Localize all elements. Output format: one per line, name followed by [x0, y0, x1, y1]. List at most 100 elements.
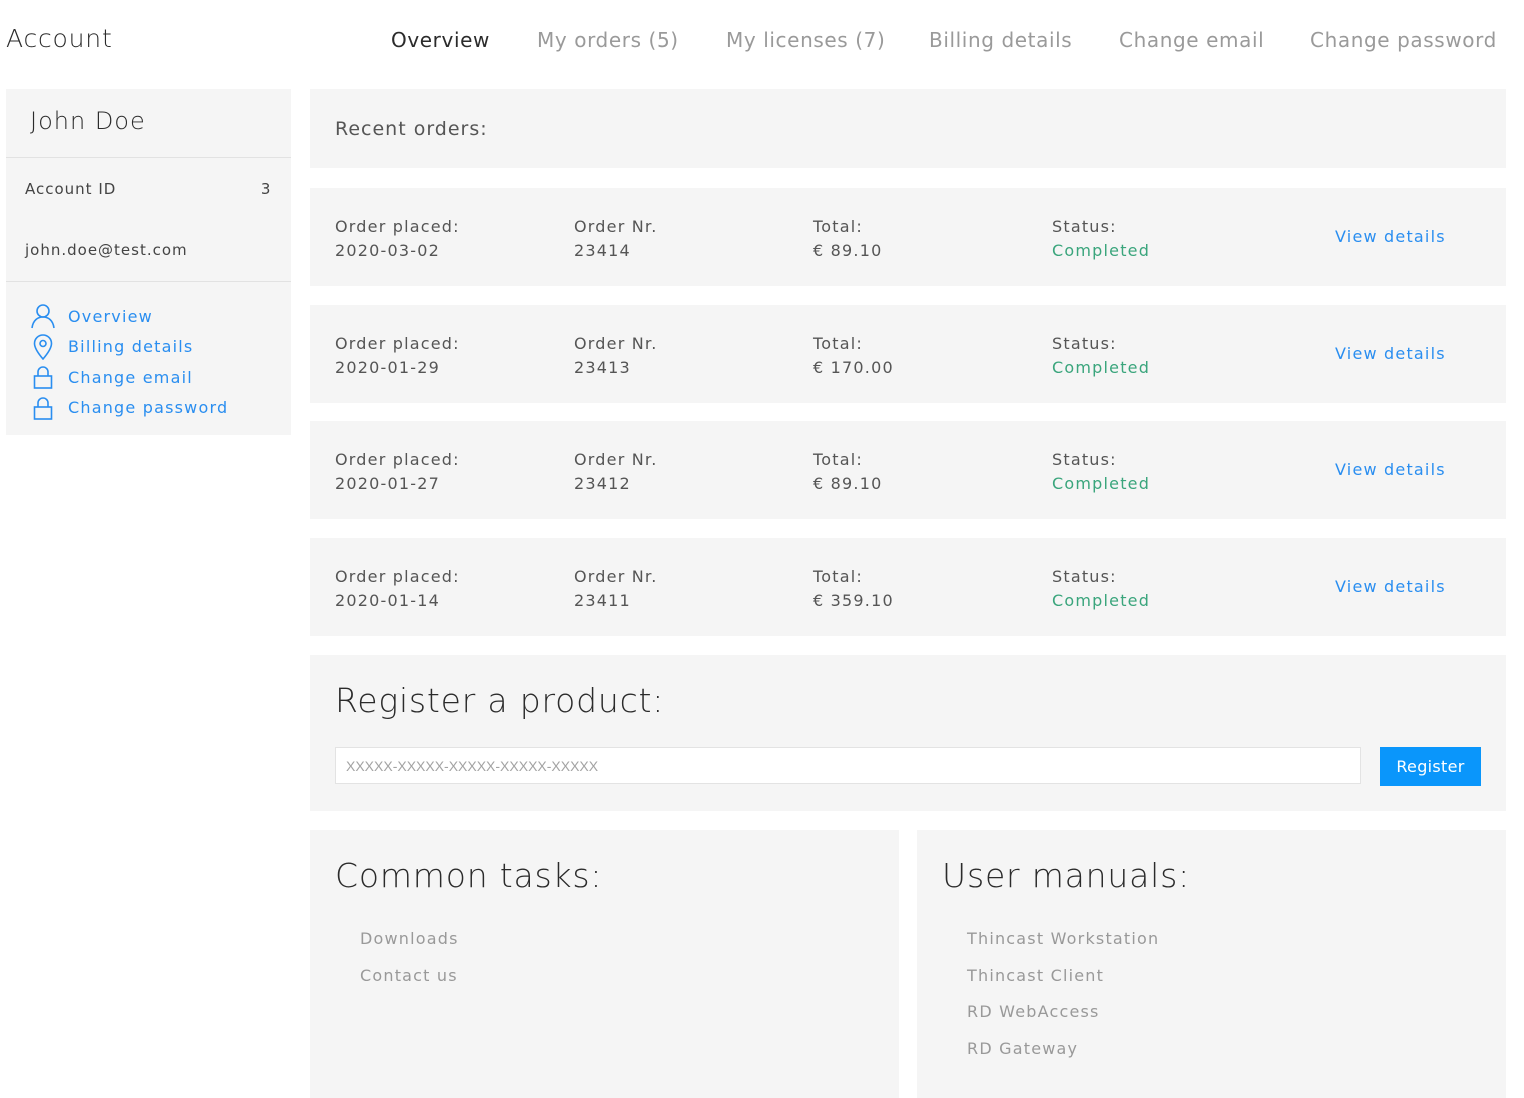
order-total-label: Total:	[813, 450, 863, 469]
recent-orders-title: Recent orders:	[335, 118, 488, 140]
tab-change-email[interactable]: Change email	[1119, 28, 1264, 52]
manual-link-gateway[interactable]: RD Gateway	[967, 1039, 1159, 1076]
user-email: john.doe@test.com	[25, 241, 188, 259]
order-number-label: Order Nr.	[574, 217, 658, 236]
order-number: Order Nr. 23413	[574, 332, 658, 380]
order-status: Status: Completed	[1052, 332, 1150, 380]
sidebar-item-billing-details[interactable]: Billing details	[30, 332, 228, 363]
order-number-label: Order Nr.	[574, 334, 658, 353]
sidebar-nav: Overview Billing details Change email Ch…	[30, 301, 228, 423]
tab-my-orders[interactable]: My orders (5)	[537, 28, 679, 52]
view-details-link[interactable]: View details	[1335, 227, 1446, 246]
order-status-label: Status:	[1052, 217, 1117, 236]
order-number-value: 23413	[574, 358, 631, 377]
user-manuals-title: User manuals:	[942, 856, 1191, 895]
product-key-input[interactable]	[335, 747, 1361, 784]
order-row: Order placed: 2020-03-02 Order Nr. 23414…	[310, 188, 1506, 286]
order-status: Status: Completed	[1052, 565, 1150, 613]
order-total: Total: € 89.10	[813, 448, 882, 496]
account-sidebar: John Doe Account ID 3 john.doe@test.com …	[6, 89, 291, 435]
order-number: Order Nr. 23412	[574, 448, 658, 496]
sidebar-item-change-password[interactable]: Change password	[30, 393, 228, 424]
order-placed-value: 2020-01-27	[335, 474, 440, 493]
lock-icon	[30, 364, 56, 390]
order-total-value: € 359.10	[813, 591, 894, 610]
status-badge: Completed	[1052, 591, 1151, 610]
manual-link-client[interactable]: Thincast Client	[967, 966, 1159, 1003]
order-placed-label: Order placed:	[335, 217, 460, 236]
user-name: John Doe	[30, 107, 146, 135]
order-placed-value: 2020-01-29	[335, 358, 440, 377]
divider	[6, 281, 291, 282]
sidebar-item-label: Overview	[68, 306, 153, 326]
divider	[6, 157, 291, 158]
order-placed-value: 2020-03-02	[335, 241, 440, 260]
order-status-label: Status:	[1052, 567, 1117, 586]
status-badge: Completed	[1052, 241, 1151, 260]
order-total-value: € 170.00	[813, 358, 894, 377]
order-placed: Order placed: 2020-01-14	[335, 565, 460, 613]
order-row: Order placed: 2020-01-29 Order Nr. 23413…	[310, 305, 1506, 403]
manual-link-workstation[interactable]: Thincast Workstation	[967, 929, 1159, 966]
sidebar-item-label: Change password	[68, 398, 229, 418]
register-button[interactable]: Register	[1380, 747, 1481, 786]
order-number-label: Order Nr.	[574, 450, 658, 469]
common-tasks-title: Common tasks:	[335, 856, 603, 895]
sidebar-item-change-email[interactable]: Change email	[30, 362, 228, 393]
manual-link-webaccess[interactable]: RD WebAccess	[967, 1002, 1159, 1039]
location-pin-icon	[30, 334, 56, 360]
order-total: Total: € 359.10	[813, 565, 894, 613]
order-placed-value: 2020-01-14	[335, 591, 440, 610]
order-total-label: Total:	[813, 334, 863, 353]
account-id-label: Account ID	[25, 180, 117, 198]
order-total: Total: € 170.00	[813, 332, 894, 380]
order-total-label: Total:	[813, 217, 863, 236]
sidebar-item-label: Billing details	[68, 337, 194, 357]
sidebar-item-overview[interactable]: Overview	[30, 301, 228, 332]
task-link-contact-us[interactable]: Contact us	[360, 966, 459, 1003]
user-manuals-panel: User manuals: Thincast Workstation Thinc…	[917, 830, 1506, 1098]
common-tasks-list: Downloads Contact us	[360, 929, 459, 1002]
order-placed: Order placed: 2020-03-02	[335, 215, 460, 263]
tab-billing-details[interactable]: Billing details	[929, 28, 1072, 52]
order-total-label: Total:	[813, 567, 863, 586]
order-number-value: 23414	[574, 241, 631, 260]
user-manuals-list: Thincast Workstation Thincast Client RD …	[967, 929, 1159, 1076]
order-total-value: € 89.10	[813, 474, 883, 493]
tab-my-licenses[interactable]: My licenses (7)	[726, 28, 885, 52]
user-icon	[30, 303, 56, 329]
tab-overview[interactable]: Overview	[391, 28, 490, 52]
order-row: Order placed: 2020-01-14 Order Nr. 23411…	[310, 538, 1506, 636]
lock-icon	[30, 395, 56, 421]
order-status-label: Status:	[1052, 334, 1117, 353]
view-details-link[interactable]: View details	[1335, 344, 1446, 363]
order-row: Order placed: 2020-01-27 Order Nr. 23412…	[310, 421, 1506, 519]
order-number: Order Nr. 23411	[574, 565, 658, 613]
order-placed-label: Order placed:	[335, 567, 460, 586]
status-badge: Completed	[1052, 474, 1151, 493]
order-placed-label: Order placed:	[335, 334, 460, 353]
order-number: Order Nr. 23414	[574, 215, 658, 263]
sidebar-item-label: Change email	[68, 367, 193, 387]
top-nav: Overview My orders (5) My licenses (7) B…	[0, 28, 1524, 58]
order-total: Total: € 89.10	[813, 215, 882, 263]
order-status: Status: Completed	[1052, 215, 1150, 263]
view-details-link[interactable]: View details	[1335, 577, 1446, 596]
order-placed-label: Order placed:	[335, 450, 460, 469]
account-id-value: 3	[260, 180, 271, 198]
task-link-downloads[interactable]: Downloads	[360, 929, 459, 966]
order-total-value: € 89.10	[813, 241, 883, 260]
common-tasks-panel: Common tasks: Downloads Contact us	[310, 830, 899, 1098]
view-details-link[interactable]: View details	[1335, 460, 1446, 479]
register-product-panel: Register a product: Register	[310, 655, 1506, 811]
order-number-value: 23412	[574, 474, 631, 493]
order-number-value: 23411	[574, 591, 631, 610]
order-number-label: Order Nr.	[574, 567, 658, 586]
status-badge: Completed	[1052, 358, 1151, 377]
order-status-label: Status:	[1052, 450, 1117, 469]
order-placed: Order placed: 2020-01-27	[335, 448, 460, 496]
order-placed: Order placed: 2020-01-29	[335, 332, 460, 380]
order-status: Status: Completed	[1052, 448, 1150, 496]
tab-change-password[interactable]: Change password	[1310, 28, 1497, 52]
recent-orders-header: Recent orders:	[310, 89, 1506, 168]
